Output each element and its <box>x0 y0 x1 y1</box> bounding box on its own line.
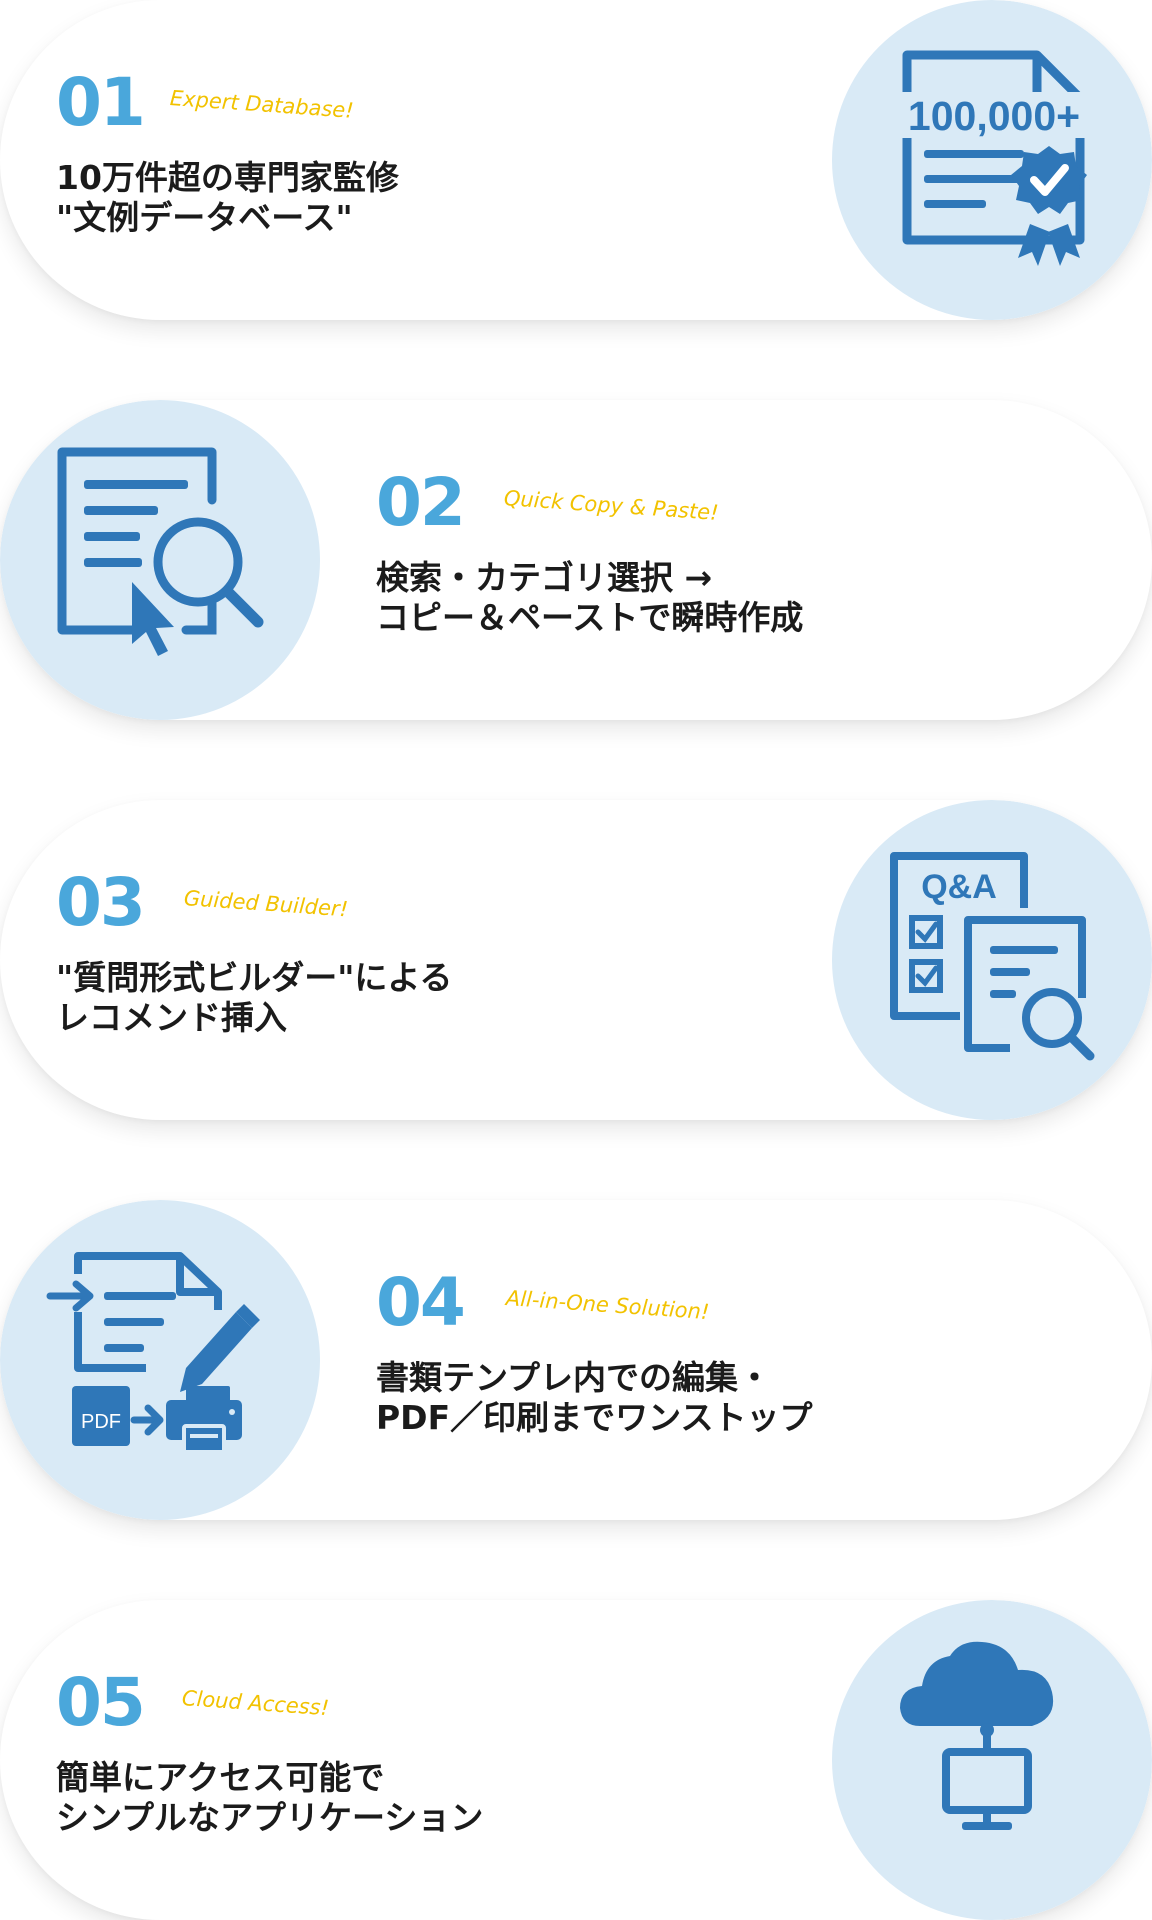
feature-description: 検索・カテゴリ選択 → コピー＆ペーストで瞬時作成 <box>376 558 803 638</box>
feature-icon-circle: Q&A <box>832 800 1152 1120</box>
feature-icon-circle: 100,000+ <box>832 0 1152 320</box>
feature-icon-circle <box>0 400 320 720</box>
feature-tagline: Guided Builder! <box>183 886 349 922</box>
feature-card-5: 05 Cloud Access! 簡単にアクセス可能で シンプルなアプリケーショ… <box>0 1600 1152 1920</box>
feature-icon-circle: PDF <box>0 1200 320 1520</box>
feature-card-4: PDF 04 All-in-One Solution! 書類テンプレ内での編集・… <box>0 1200 1152 1520</box>
feature-tagline: Expert Database! <box>169 86 355 123</box>
feature-number: 02 <box>376 464 466 541</box>
feature-tagline: All-in-One Solution! <box>505 1286 711 1325</box>
feature-description: 簡単にアクセス可能で シンプルなアプリケーション <box>56 1758 483 1838</box>
feature-tagline: Quick Copy & Paste! <box>503 486 720 525</box>
badge-text: PDF <box>81 1411 121 1433</box>
feature-description-line-1: 検索・カテゴリ選択 → <box>376 558 713 597</box>
feature-number: 04 <box>376 1264 466 1341</box>
feature-description: "質問形式ビルダー"による レコメンド挿入 <box>56 958 452 1038</box>
document-search-icon <box>57 447 264 656</box>
feature-description-line-2: コピー＆ペーストで瞬時作成 <box>376 598 804 637</box>
qa-builder-icon: Q&A <box>890 852 1095 1061</box>
badge-text: Q&A <box>921 868 997 906</box>
badge-text: 100,000+ <box>908 93 1080 139</box>
feature-description-line-1: "質問形式ビルダー"による <box>56 958 453 997</box>
certified-document-icon: 100,000+ <box>892 50 1098 266</box>
feature-card-2: 02 Quick Copy & Paste! 検索・カテゴリ選択 → コピー＆ペ… <box>0 400 1152 720</box>
feature-description-line-2: シンプルなアプリケーション <box>56 1798 484 1837</box>
feature-description-line-2: "文例データベース" <box>56 198 353 237</box>
feature-number: 01 <box>56 64 146 141</box>
feature-number: 05 <box>56 1664 146 1741</box>
edit-pdf-print-icon: PDF <box>46 1252 260 1454</box>
feature-icon-circle <box>832 1600 1152 1920</box>
feature-card-1: 01 Expert Database! 10万件超の専門家監修 "文例データベー… <box>0 0 1152 320</box>
feature-description-line-1: 書類テンプレ内での編集・ <box>376 1358 772 1397</box>
feature-description-line-2: レコメンド挿入 <box>56 998 287 1037</box>
feature-description-line-1: 簡単にアクセス可能で <box>56 1758 385 1797</box>
feature-description-line-2: PDF／印刷までワンストップ <box>376 1398 813 1437</box>
feature-card-3: 03 Guided Builder! "質問形式ビルダー"による レコメンド挿入… <box>0 800 1152 1120</box>
feature-tagline: Cloud Access! <box>181 1686 330 1721</box>
feature-description: 10万件超の専門家監修 "文例データベース" <box>56 158 399 238</box>
cloud-computer-icon <box>900 1641 1054 1830</box>
feature-description-line-1: 10万件超の専門家監修 <box>56 158 399 197</box>
feature-description: 書類テンプレ内での編集・ PDF／印刷までワンストップ <box>376 1358 812 1438</box>
feature-number: 03 <box>56 864 146 941</box>
